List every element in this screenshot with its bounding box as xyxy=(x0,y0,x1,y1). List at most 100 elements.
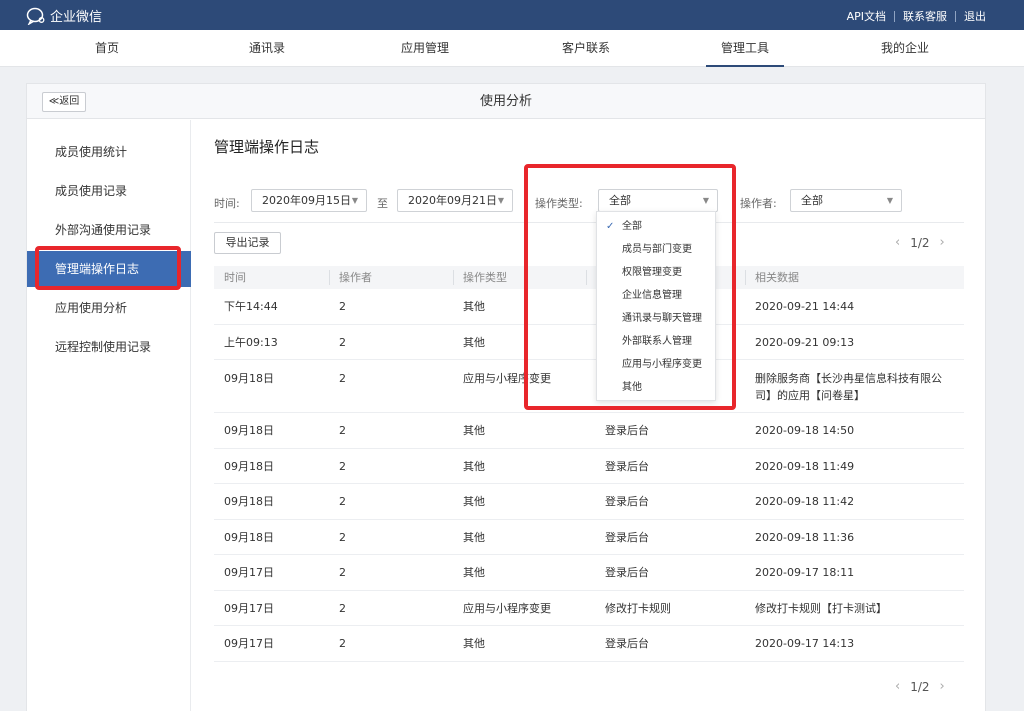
divider xyxy=(955,10,956,22)
divider xyxy=(894,10,895,22)
sidebar-item-remote-control[interactable]: 远程控制使用记录 xyxy=(27,329,191,365)
cell-time: 09月18日 xyxy=(224,531,274,544)
page-title: 管理端操作日志 xyxy=(214,138,320,156)
cell-time: 09月18日 xyxy=(224,460,274,473)
cell-op-type: 其他 xyxy=(463,336,485,349)
operator-value: 全部 xyxy=(801,194,823,207)
cell-related-data: 2020-09-21 14:44 xyxy=(755,300,855,313)
table-row[interactable]: 09月18日 2 其他 登录后台 2020-09-18 11:42 xyxy=(214,484,964,520)
pagination-top: ‹ 1/2 › xyxy=(895,235,945,250)
cell-op-type: 其他 xyxy=(463,531,485,544)
cell-op-type: 应用与小程序变更 xyxy=(463,602,551,615)
cell-operator: 2 xyxy=(339,602,346,615)
column-header-related-data: 相关数据 xyxy=(755,271,799,284)
cell-operator: 2 xyxy=(339,531,346,544)
sidebar-item-member-records[interactable]: 成员使用记录 xyxy=(27,173,191,209)
api-docs-link[interactable]: API文档 xyxy=(847,8,886,24)
nav-home[interactable]: 首页 xyxy=(86,30,128,67)
column-header-op-type: 操作类型 xyxy=(463,271,507,284)
cell-related-data: 2020-09-17 18:11 xyxy=(755,566,855,579)
prev-page-icon[interactable]: ‹ xyxy=(895,235,900,250)
table-row[interactable]: 09月17日 2 应用与小程序变更 修改打卡规则 修改打卡规则【打卡测试】 xyxy=(214,591,964,626)
operator-select[interactable]: 全部 ▼ xyxy=(790,189,902,212)
sidebar-item-app-analysis[interactable]: 应用使用分析 xyxy=(27,290,191,326)
table-row[interactable]: 09月18日 2 其他 登录后台 2020-09-18 11:36 xyxy=(214,520,964,555)
cell-action: 登录后台 xyxy=(605,637,649,650)
cell-related-data: 2020-09-17 14:13 xyxy=(755,637,855,650)
nav-my-enterprise[interactable]: 我的企业 xyxy=(872,30,938,67)
cell-operator: 2 xyxy=(339,566,346,579)
cell-related-data: 2020-09-18 11:36 xyxy=(755,531,855,544)
cell-action: 登录后台 xyxy=(605,424,649,437)
divider xyxy=(453,270,454,285)
cell-time: 09月17日 xyxy=(224,566,274,579)
table-row[interactable]: 09月17日 2 其他 登录后台 2020-09-17 14:13 xyxy=(214,626,964,662)
cell-related-data: 2020-09-21 09:13 xyxy=(755,336,855,349)
start-date-select[interactable]: 2020年09月15日 ▼ xyxy=(251,189,367,212)
cell-action: 登录后台 xyxy=(605,531,649,544)
cell-operator: 2 xyxy=(339,460,346,473)
cell-time: 09月17日 xyxy=(224,602,274,615)
cell-op-type: 其他 xyxy=(463,495,485,508)
nav-contacts[interactable]: 通讯录 xyxy=(240,30,294,67)
cell-related-data: 删除服务商【长沙冉星信息科技有限公 xyxy=(755,372,942,385)
cell-operator: 2 xyxy=(339,424,346,437)
caret-down-icon: ▼ xyxy=(886,196,893,205)
column-header-operator: 操作者 xyxy=(339,271,372,284)
nav-management-tools[interactable]: 管理工具 xyxy=(706,30,784,67)
cell-related-data: 2020-09-18 11:49 xyxy=(755,460,855,473)
highlight-box-sidebar xyxy=(35,246,181,290)
cell-action: 登录后台 xyxy=(605,495,649,508)
sidebar-item-member-stats[interactable]: 成员使用统计 xyxy=(27,134,191,170)
table-row[interactable]: 09月18日 2 其他 登录后台 2020-09-18 11:49 xyxy=(214,449,964,484)
column-header-time: 时间 xyxy=(224,271,246,284)
table-row[interactable]: 09月17日 2 其他 登录后台 2020-09-17 18:11 xyxy=(214,555,964,591)
logout-link[interactable]: 退出 xyxy=(964,8,986,24)
table-row[interactable]: 09月18日 2 其他 登录后台 2020-09-18 14:50 xyxy=(214,413,964,449)
main-nav: 首页 通讯录 应用管理 客户联系 管理工具 我的企业 xyxy=(0,30,1024,67)
cell-operator: 2 xyxy=(339,372,346,385)
cell-related-data: 2020-09-18 14:50 xyxy=(755,424,855,437)
chat-bubble-icon xyxy=(26,7,45,25)
top-links: API文档 联系客服 退出 xyxy=(847,8,986,24)
contact-support-link[interactable]: 联系客服 xyxy=(903,8,947,24)
page-indicator: 1/2 xyxy=(910,235,930,250)
cell-related-data: 2020-09-18 11:42 xyxy=(755,495,855,508)
sidebar-item-external-records[interactable]: 外部沟通使用记录 xyxy=(27,212,191,248)
caret-down-icon: ▼ xyxy=(351,196,358,205)
time-label: 时间: xyxy=(214,197,240,210)
nav-customer-contact[interactable]: 客户联系 xyxy=(553,30,619,67)
cell-time: 09月18日 xyxy=(224,424,274,437)
app-name: 企业微信 xyxy=(50,10,103,25)
end-date-select[interactable]: 2020年09月21日 ▼ xyxy=(397,189,513,212)
cell-op-type: 其他 xyxy=(463,566,485,579)
cell-time: 09月18日 xyxy=(224,372,274,385)
cell-related-data: 修改打卡规则【打卡测试】 xyxy=(755,602,887,615)
divider xyxy=(745,270,746,285)
divider xyxy=(329,270,330,285)
panel-title: 使用分析 xyxy=(479,94,532,109)
cell-time: 上午09:13 xyxy=(224,336,278,349)
main-panel: 使用分析 ≪返回 成员使用统计 成员使用记录 外部沟通使用记录 管理端操作日志 … xyxy=(26,83,986,711)
to-label: 至 xyxy=(377,197,388,210)
back-button[interactable]: ≪返回 xyxy=(42,92,86,112)
end-date-value: 2020年09月21日 xyxy=(408,194,497,207)
cell-related-data-continued: 司】的应用【问卷星】 xyxy=(755,389,865,402)
cell-operator: 2 xyxy=(339,495,346,508)
cell-time: 09月18日 xyxy=(224,495,274,508)
prev-page-icon[interactable]: ‹ xyxy=(895,679,900,694)
cell-operator: 2 xyxy=(339,637,346,650)
cell-action: 登录后台 xyxy=(605,460,649,473)
app-logo[interactable]: 企业微信 xyxy=(26,6,102,25)
cell-op-type: 其他 xyxy=(463,424,485,437)
cell-operator: 2 xyxy=(339,336,346,349)
cell-time: 09月17日 xyxy=(224,637,274,650)
panel-header: 使用分析 ≪返回 xyxy=(27,84,985,119)
export-records-button[interactable]: 导出记录 xyxy=(214,232,281,254)
pagination-bottom: ‹ 1/2 › xyxy=(895,679,945,694)
top-bar: 企业微信 API文档 联系客服 退出 xyxy=(0,0,1024,30)
next-page-icon[interactable]: › xyxy=(940,679,945,694)
next-page-icon[interactable]: › xyxy=(940,235,945,250)
nav-app-management[interactable]: 应用管理 xyxy=(392,30,458,67)
operator-label: 操作者: xyxy=(740,197,777,210)
